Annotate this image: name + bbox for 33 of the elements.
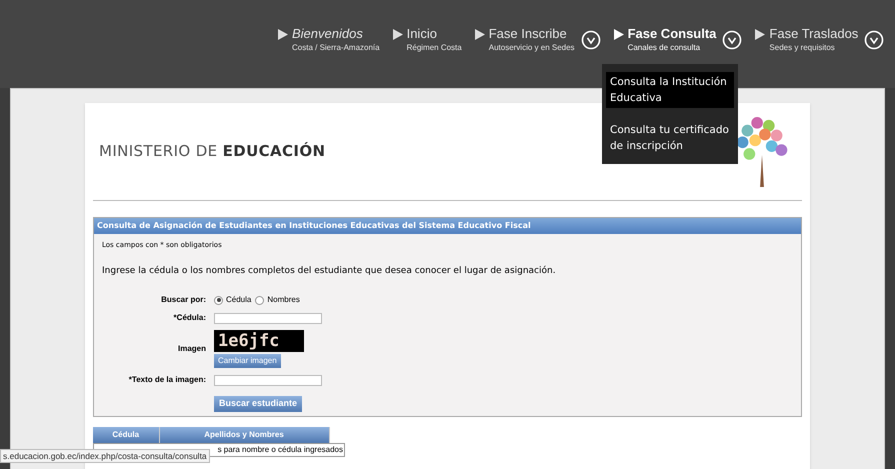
- status-bar: s.educacion.gob.ec/index.php/costa-consulta/consulta: [0, 449, 210, 463]
- field-label: *Texto de la imagen:: [128, 374, 206, 386]
- nav-link[interactable]: Fase Consulta Canales de consulta: [628, 26, 716, 53]
- field-label: *Cédula:: [172, 312, 206, 324]
- chevron-down-circle-icon[interactable]: [580, 30, 601, 50]
- chevron-down-circle-icon[interactable]: [722, 30, 742, 50]
- nav-link[interactable]: Fase Inscribe Autoservicio y en Sedes: [488, 26, 575, 53]
- nav-link[interactable]: Inicio Régimen Costa: [406, 26, 462, 53]
- nav-link[interactable]: Bienvenidos Costa / Sierra-Amazonía: [292, 26, 380, 53]
- instructions-text: Ingrese la cédula o los nombres completos del estudiante que desea conocer el lugar de asignación.: [101, 264, 557, 278]
- field-label: Imagen: [176, 343, 206, 355]
- form-title: Consulta de Asignación de Estudiantes en Instituciones Educativas del Sistema Educativo Fiscal: [94, 218, 801, 234]
- cedula-input-field[interactable]: [214, 312, 322, 324]
- column-header: Apellidos y Nombres: [159, 427, 329, 443]
- triangle-right-icon: [755, 29, 766, 40]
- radio-button[interactable]: [255, 296, 264, 304]
- nav-link[interactable]: Fase Traslados Sedes y requisitos: [769, 26, 858, 53]
- triangle-right-icon: [392, 29, 403, 40]
- ministry-logo: MINISTERIO DE EDUCACIÓN: [99, 141, 326, 162]
- image-text-input-field[interactable]: [214, 374, 322, 386]
- menu-item[interactable]: Consulta tu certificado de inscripción: [606, 120, 734, 156]
- radio-label: Nombres: [267, 294, 300, 306]
- triangle-right-icon: [474, 29, 485, 40]
- tree-logo-drawing: [736, 116, 788, 186]
- radio-label: Cédula: [226, 294, 252, 306]
- field-label: Buscar por:: [160, 294, 206, 306]
- captcha-image: 1e6jfc: [214, 330, 304, 352]
- radio-button[interactable]: [214, 296, 223, 304]
- triangle-right-icon: [278, 29, 288, 40]
- column-header: Cédula: [93, 427, 159, 443]
- triangle-right-icon: [614, 29, 624, 40]
- menu-item[interactable]: Consulta la Institución Educativa: [606, 72, 734, 108]
- chevron-down-circle-icon[interactable]: [864, 30, 884, 50]
